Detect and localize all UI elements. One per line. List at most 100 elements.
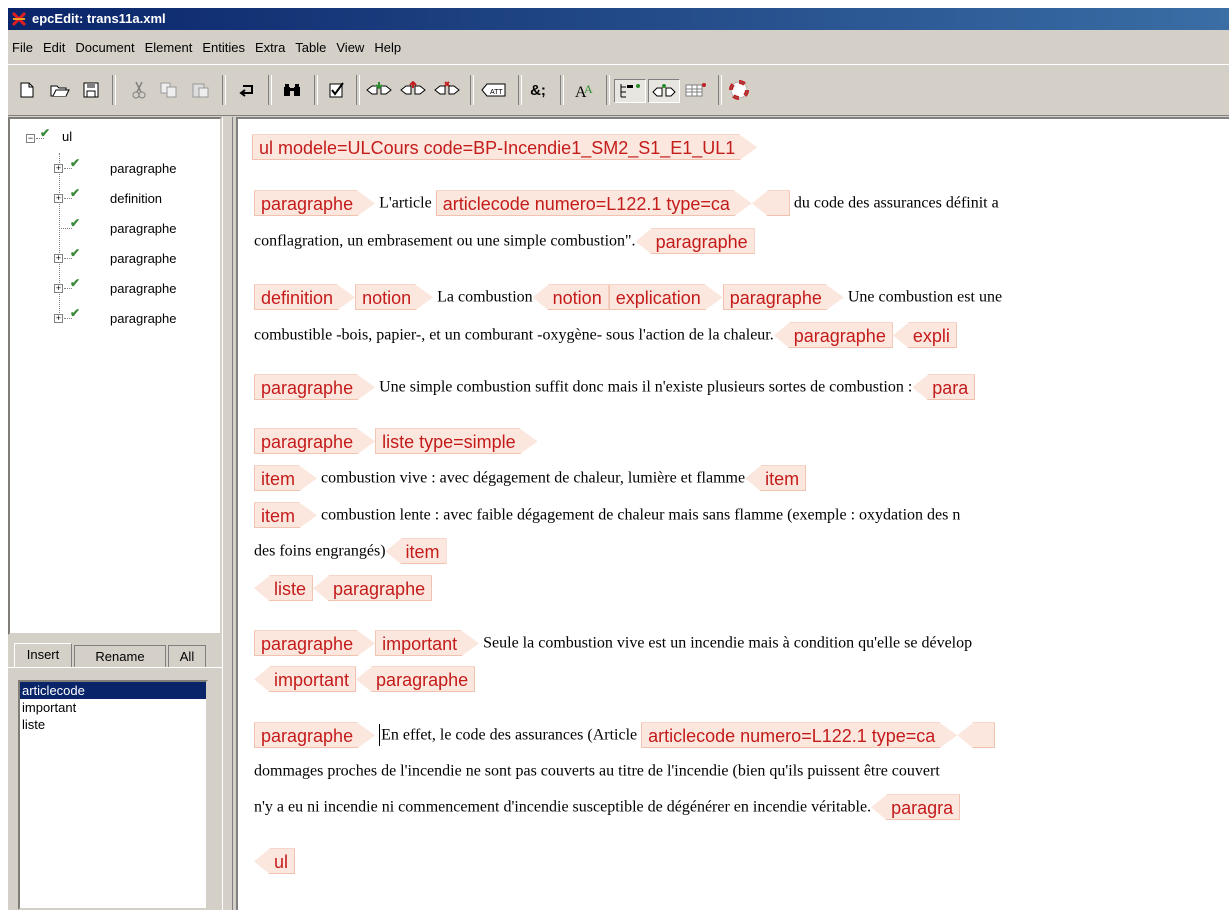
tag-paragraphe-open[interactable]: paragraphe <box>254 190 375 216</box>
validate-icon[interactable] <box>326 79 348 101</box>
open-folder-icon[interactable] <box>48 79 72 101</box>
text-run[interactable]: des foins engrangés) <box>254 542 386 559</box>
tab-insert[interactable]: Insert <box>14 643 72 667</box>
text-run[interactable]: combustible -bois, papier-, et un combur… <box>254 326 774 343</box>
tag-paragraphe-close[interactable]: paragra <box>871 794 961 821</box>
tab-all[interactable]: All <box>168 645 206 667</box>
list-item[interactable]: articlecode <box>20 682 206 699</box>
find-binoculars-icon[interactable] <box>280 79 304 101</box>
menu-file[interactable]: File <box>8 37 38 59</box>
tag-articlecode-close[interactable] <box>751 190 790 217</box>
tag-ul-open[interactable]: ul modele=ULCours code=BP-Incendie1_SM2_… <box>252 134 757 160</box>
text-run[interactable]: La combustion <box>437 288 533 305</box>
insert-element-icon[interactable] <box>364 79 394 101</box>
font-style-icon[interactable]: AA <box>572 79 596 101</box>
text-run[interactable]: Une combustion est une <box>848 288 1002 305</box>
copy-icon[interactable] <box>158 79 180 101</box>
collapse-icon[interactable]: − <box>26 134 35 143</box>
toolbar-separator <box>518 75 522 105</box>
tag-item-open[interactable]: item <box>254 465 317 491</box>
table-view-icon[interactable] <box>682 79 710 101</box>
editor-line: ul modele=ULCours code=BP-Incendie1_SM2_… <box>252 133 757 161</box>
undo-icon[interactable] <box>236 79 258 101</box>
tag-paragraphe-close[interactable]: paragraphe <box>313 575 433 602</box>
expand-icon[interactable]: + <box>54 254 63 263</box>
menu-entities[interactable]: Entities <box>197 37 250 59</box>
document-tree[interactable]: − ✔ ul + ✔ paragraphe + ✔ definition ✔ p… <box>8 117 222 635</box>
expand-icon[interactable]: + <box>54 194 63 203</box>
text-run[interactable]: combustion vive : avec dégagement de cha… <box>321 469 745 486</box>
tag-liste-close[interactable]: liste <box>254 575 314 602</box>
menu-view[interactable]: View <box>331 37 369 59</box>
list-item[interactable]: important <box>20 699 206 716</box>
text-run[interactable]: du code des assurances définit a <box>794 194 999 211</box>
menu-edit[interactable]: Edit <box>38 37 70 59</box>
tree-view-icon[interactable] <box>614 79 646 103</box>
tag-paragraphe-open[interactable]: paragraphe <box>723 284 844 310</box>
attributes-icon[interactable]: ATT <box>480 79 508 101</box>
tag-notion-close[interactable]: notion <box>532 284 609 311</box>
tag-important-close[interactable]: important <box>254 666 357 693</box>
cut-icon[interactable] <box>128 79 150 101</box>
editor-line: paragraphe L'article articlecode numero=… <box>254 189 999 217</box>
text-caret <box>379 724 381 747</box>
menu-document[interactable]: Document <box>70 37 139 59</box>
text-run[interactable]: L'article <box>379 194 432 211</box>
tag-explication-open[interactable]: explication <box>609 284 723 310</box>
tag-explication-close[interactable]: expli <box>892 322 957 349</box>
tag-important-open[interactable]: important <box>375 630 479 656</box>
text-run[interactable]: En effet, le code des assurances (Articl… <box>381 726 637 743</box>
help-lifebuoy-icon[interactable] <box>726 79 752 101</box>
expand-icon[interactable]: + <box>54 284 63 293</box>
tag-view-icon[interactable] <box>648 79 680 103</box>
tag-item-open[interactable]: item <box>254 502 317 528</box>
new-document-icon[interactable] <box>16 79 38 101</box>
toolbar: ATT &; AA <box>8 64 1229 116</box>
text-run[interactable]: dommages proches de l'incendie ne sont p… <box>254 762 940 779</box>
tag-articlecode-open[interactable]: articlecode numero=L122.1 type=ca <box>641 722 957 748</box>
tag-ul-close[interactable]: ul <box>254 848 296 875</box>
tag-notion-open[interactable]: notion <box>355 284 433 310</box>
element-list[interactable]: articlecode important liste <box>18 680 208 910</box>
tag-articlecode-close[interactable] <box>957 722 996 749</box>
tag-paragraphe-close[interactable]: paragraphe <box>356 666 476 693</box>
tag-paragraphe-open[interactable]: paragraphe <box>254 722 375 748</box>
menu-table[interactable]: Table <box>290 37 331 59</box>
tab-rename[interactable]: Rename <box>74 645 166 667</box>
tag-paragraphe-close[interactable]: para <box>912 374 976 401</box>
paste-icon[interactable] <box>190 79 212 101</box>
menu-element[interactable]: Element <box>140 37 198 59</box>
tag-definition-open[interactable]: definition <box>254 284 355 310</box>
text-run[interactable]: Seule la combustion vive est un incendie… <box>483 634 972 651</box>
expand-icon[interactable]: + <box>54 164 63 173</box>
text-run[interactable]: combustion lente : avec faible dégagemen… <box>321 506 960 523</box>
tag-liste-open[interactable]: liste type=simple <box>375 428 538 454</box>
entity-icon[interactable]: &; <box>526 79 550 101</box>
tag-paragraphe-close[interactable]: paragraphe <box>773 322 893 349</box>
pane-splitter[interactable] <box>222 117 233 910</box>
tag-paragraphe-open[interactable]: paragraphe <box>254 630 375 656</box>
document-editor[interactable]: ul modele=ULCours code=BP-Incendie1_SM2_… <box>236 117 1229 910</box>
tag-paragraphe-open[interactable]: paragraphe <box>254 374 375 400</box>
toolbar-separator <box>268 75 272 105</box>
menu-help[interactable]: Help <box>369 37 406 59</box>
tag-item-close[interactable]: item <box>385 538 447 565</box>
toolbar-separator <box>606 75 610 105</box>
save-icon[interactable] <box>80 79 102 101</box>
delete-element-icon[interactable] <box>432 79 462 101</box>
insert-before-icon[interactable] <box>398 79 428 101</box>
list-item[interactable]: liste <box>20 716 206 733</box>
text-run[interactable]: Une simple combustion suffit donc mais i… <box>379 378 912 395</box>
tree-label: ul <box>62 129 73 144</box>
expand-icon[interactable]: + <box>54 314 63 323</box>
editor-line: important paragraphe <box>254 665 476 693</box>
svg-text:A: A <box>584 82 593 96</box>
text-run[interactable]: conflagration, un embrasement ou une sim… <box>254 232 636 249</box>
text-run[interactable]: n'y a eu ni incendie ni commencement d'i… <box>254 798 871 815</box>
tag-paragraphe-close[interactable]: paragraphe <box>635 228 755 255</box>
tag-articlecode-open[interactable]: articlecode numero=L122.1 type=ca <box>436 190 752 216</box>
tag-item-close[interactable]: item <box>745 465 807 492</box>
menu-extra[interactable]: Extra <box>250 37 290 59</box>
tag-paragraphe-open[interactable]: paragraphe <box>254 428 375 454</box>
title-bar[interactable]: epcEdit: trans11a.xml <box>8 8 1229 30</box>
